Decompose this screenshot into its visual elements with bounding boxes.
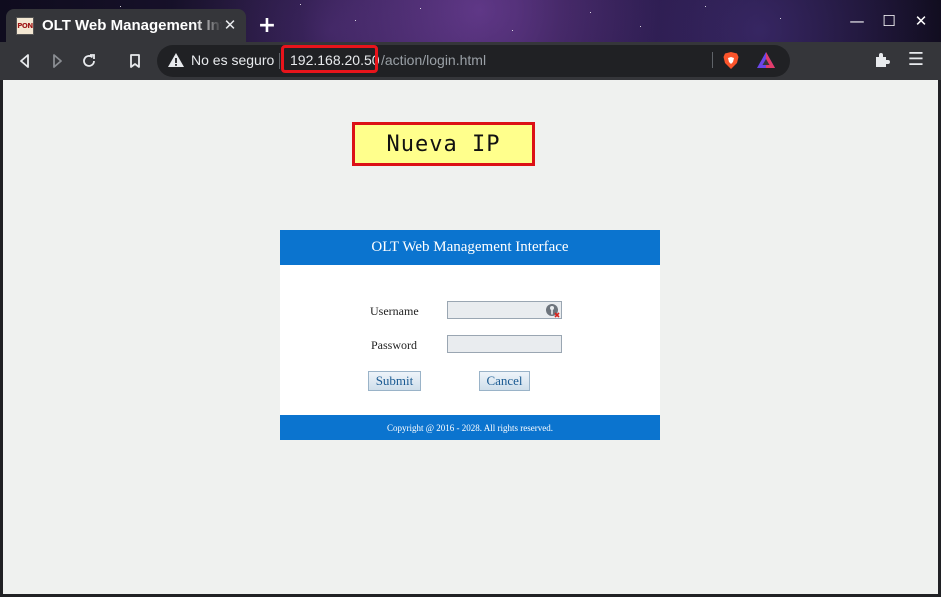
brave-shields-icon[interactable] (722, 51, 740, 70)
warning-icon[interactable] (167, 51, 185, 69)
submit-button[interactable]: Submit (368, 371, 421, 391)
password-manager-key-icon[interactable] (545, 303, 560, 318)
menu-icon[interactable]: ☰ (906, 49, 926, 71)
background-star (420, 8, 421, 9)
background-star (512, 30, 513, 31)
reload-icon[interactable] (78, 50, 100, 72)
username-input[interactable] (447, 301, 562, 319)
extensions-icon[interactable] (873, 51, 891, 69)
background-star (355, 20, 356, 21)
minimize-button[interactable]: — (846, 10, 868, 32)
forward-icon[interactable] (46, 50, 68, 72)
close-window-button[interactable]: ✕ (910, 10, 932, 32)
browser-tab-active[interactable]: PON OLT Web Management Interface ✕ (6, 9, 246, 42)
nueva-ip-annotation: Nueva IP (352, 122, 535, 166)
back-icon[interactable] (14, 50, 36, 72)
security-status-text[interactable]: No es seguro (191, 52, 274, 68)
password-input[interactable] (447, 335, 562, 353)
background-star (705, 6, 706, 7)
background-star (640, 26, 641, 27)
address-divider (279, 53, 280, 69)
background-star (780, 18, 781, 19)
tab-favicon-icon: PON (16, 16, 34, 35)
ip-highlight-box (281, 45, 378, 73)
cancel-button[interactable]: Cancel (479, 371, 530, 391)
url-path[interactable]: /action/login.html (381, 52, 486, 68)
password-label: Password (371, 338, 418, 352)
browser-toolbar: No es seguro 192.168.20.50 /action/login… (0, 42, 941, 80)
username-label: Username (370, 304, 419, 318)
login-footer: Copyright @ 2016 - 2028. All rights rese… (280, 415, 660, 440)
background-star (300, 4, 301, 5)
login-panel: OLT Web Management Interface Username Pa… (280, 230, 660, 440)
toolbar-divider (712, 52, 713, 68)
maximize-button[interactable]: ☐ (878, 10, 900, 32)
background-star (120, 6, 121, 7)
login-header: OLT Web Management Interface (280, 230, 660, 265)
brave-rewards-icon[interactable] (756, 51, 776, 69)
browser-title-bar: PON OLT Web Management Interface ✕ + — ☐… (0, 0, 941, 42)
tab-title: OLT Web Management Interface (42, 17, 222, 34)
background-star (590, 12, 591, 13)
tab-close-icon[interactable]: ✕ (220, 15, 240, 35)
new-tab-button[interactable]: + (256, 15, 278, 37)
address-bar[interactable]: No es seguro 192.168.20.50 /action/login… (157, 45, 790, 77)
bookmark-icon[interactable] (124, 50, 146, 72)
